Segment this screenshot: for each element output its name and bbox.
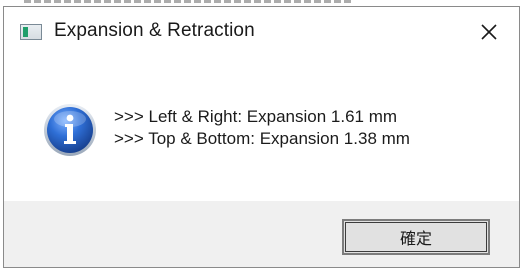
message-text: >>> Left & Right: Expansion 1.61 mm >>> … (114, 106, 410, 150)
message-dialog: Expansion & Retraction >>> Left & Right:… (3, 6, 520, 268)
close-button[interactable] (467, 15, 511, 49)
ok-button-label: 確定 (399, 231, 432, 248)
dialog-content: >>> Left & Right: Expansion 1.61 mm >>> … (4, 53, 519, 201)
message-line-top-bottom: >>> Top & Bottom: Expansion 1.38 mm (114, 129, 410, 148)
screen: Expansion & Retraction >>> Left & Right:… (0, 0, 526, 273)
background-text-fragment (24, 0, 354, 3)
message-line-left-right: >>> Left & Right: Expansion 1.61 mm (114, 107, 398, 126)
app-window-icon (20, 24, 42, 40)
info-icon (44, 104, 96, 156)
dialog-footer: 確定 (4, 201, 519, 267)
ok-button[interactable]: 確定 (342, 219, 490, 255)
close-icon (481, 24, 497, 40)
window-title: Expansion & Retraction (54, 20, 255, 41)
title-bar[interactable]: Expansion & Retraction (4, 7, 519, 53)
